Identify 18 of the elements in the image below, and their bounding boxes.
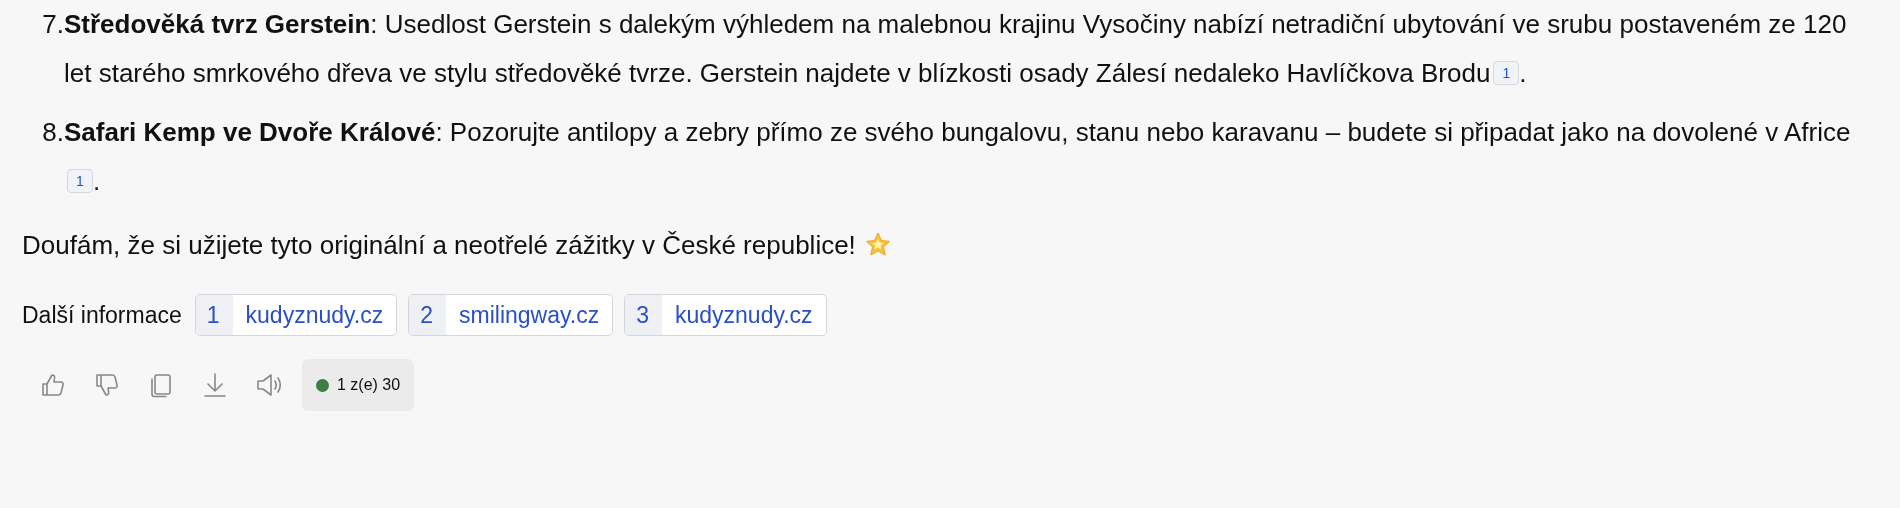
citation-link[interactable]: 1 xyxy=(1493,61,1520,85)
star-icon xyxy=(863,231,892,259)
list-number: 7. xyxy=(41,8,64,41)
source-link[interactable]: 1 kudyznudy.cz xyxy=(194,294,398,336)
sources-label: Další informace xyxy=(22,301,182,329)
closing-text: Doufám, že si užijete tyto originální a neotřelé zážitky v České republice! xyxy=(22,229,856,262)
list-item-text: Středověká tvrz Gerstein: Usedlost Gerstein s dalekým výhledem na malebnou krajinu Vysočiny nabízí netradiční ubytování ve srubu postaveném ze 120 let starého smrkového dřeva ve stylu středověké tvrze. Gerstein najdete v blízkosti osady Zálesí nedaleko Havlíčkova Brodu 1 . xyxy=(64,8,1848,90)
speaker-icon xyxy=(255,371,283,399)
counter-text: 1 z(e) 30 xyxy=(337,376,401,394)
list-item-text: Safari Kemp ve Dvoře Králové: Pozorujte antilopy a zebry přímo ze svého bungalovu, stanu nebo karavanu – budete si připadat jako na dovolené v Africe 1 . xyxy=(64,116,1852,198)
thumbs-up-icon xyxy=(39,371,67,399)
source-link[interactable]: 2 smilingway.cz xyxy=(408,294,614,336)
download-icon xyxy=(201,371,229,399)
list-number: 8. xyxy=(41,116,64,149)
thumbs-down-icon xyxy=(93,371,121,399)
status-dot xyxy=(316,378,329,392)
source-link[interactable]: 3 kudyznudy.cz xyxy=(624,294,827,336)
citation-link[interactable]: 1 xyxy=(67,169,93,193)
